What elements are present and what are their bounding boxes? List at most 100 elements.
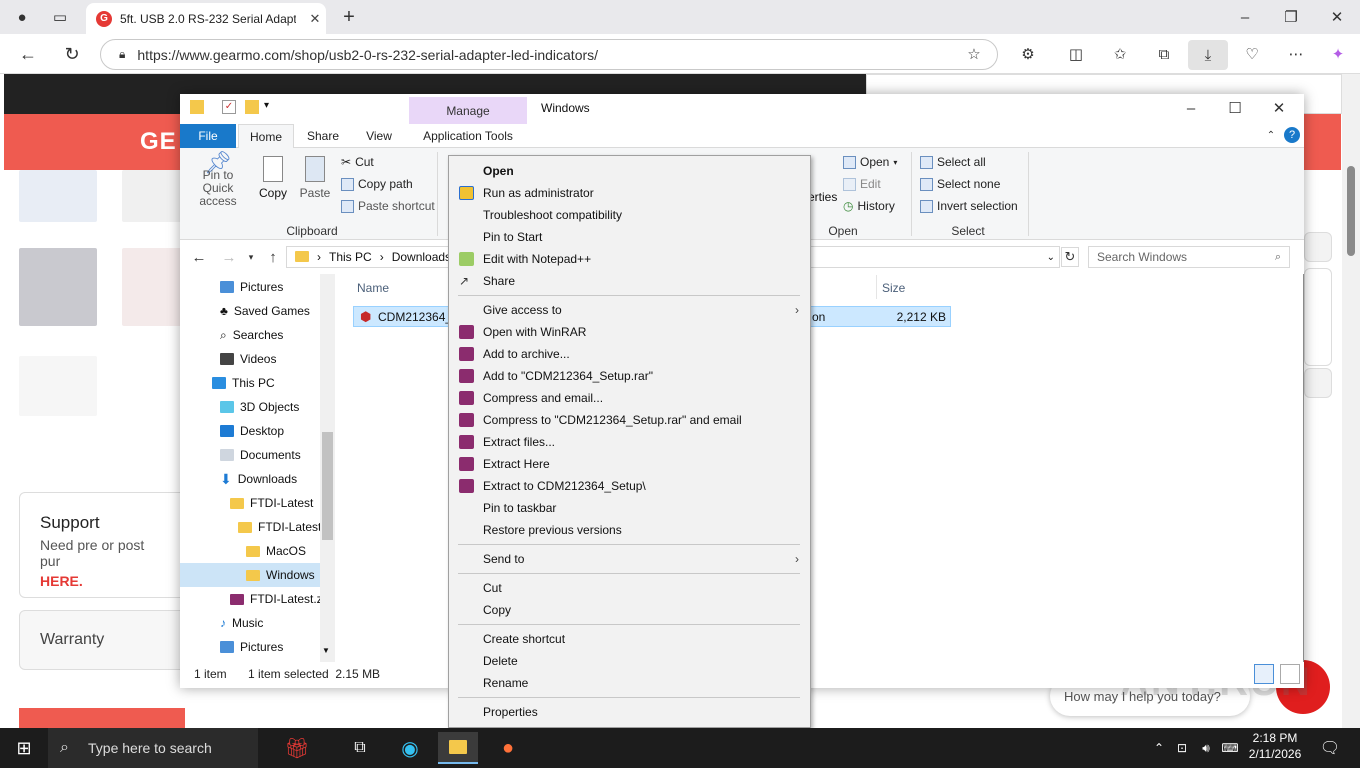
menu-item-edit-notepad[interactable]: Edit with Notepad++ [449,248,809,270]
page-scrollbar[interactable] [1342,74,1360,728]
tree-item-this-pc[interactable]: This PC [212,371,275,395]
menu-item-rename[interactable]: Rename [449,672,809,694]
navigation-scrollbar[interactable]: ▼ [320,274,335,662]
performance-icon[interactable]: ♡ [1240,43,1264,65]
scrollbar-thumb[interactable] [1347,166,1355,256]
help-icon[interactable]: ? [1284,127,1300,143]
tree-item-saved-games[interactable]: ♣ Saved Games [220,299,310,323]
collections-icon[interactable]: ⧉ [1152,43,1176,65]
tree-item-ftdi-latest[interactable]: FTDI-Latest [230,491,313,515]
menu-item-compress-email[interactable]: Compress and email... [449,387,809,409]
tree-item-downloads[interactable]: ⬇ Downloads [220,467,297,491]
path-this-pc[interactable]: This PC [329,250,372,264]
invert-selection-button[interactable]: Invert selection [920,199,1018,213]
folder-search-input[interactable]: Search Windows ⌕ [1088,246,1290,268]
path-dropdown-icon[interactable]: ⌄ [1047,252,1055,263]
copy-path-button[interactable]: Copy path [341,177,413,191]
menu-item-properties[interactable]: Properties [449,701,809,723]
refresh-folder-icon[interactable]: ↻ [1061,247,1079,267]
tree-item-videos[interactable]: Videos [220,347,276,371]
address-input[interactable]: 🔒︎ https://www.gearmo.com/shop/usb2-0-rs… [100,39,998,70]
manage-context-tab[interactable]: Manage [409,97,527,124]
edit-button[interactable]: Edit [843,177,881,191]
copilot-icon[interactable]: ✦ [1326,43,1350,65]
menu-item-open-winrar[interactable]: Open with WinRAR [449,321,809,343]
tab-application-tools[interactable]: Application Tools [409,124,527,148]
minimize-window-icon[interactable]: – [1178,98,1204,118]
history-button[interactable]: ◷ History [843,199,895,213]
copy-button[interactable]: Copy [256,156,290,200]
new-tab-icon[interactable]: + [338,6,360,28]
paste-button[interactable]: Paste [298,156,332,200]
close-window-icon[interactable]: ✕ [1266,98,1292,118]
menu-item-extract-to[interactable]: Extract to CDM212364_Setup\ [449,475,809,497]
menu-item-restore-versions[interactable]: Restore previous versions [449,519,809,541]
tree-item-documents[interactable]: Documents [220,443,301,467]
back-icon[interactable]: ← [16,43,40,65]
favorite-star-icon[interactable]: ☆ [962,43,986,65]
menu-item-pin-taskbar[interactable]: Pin to taskbar [449,497,809,519]
menu-item-give-access[interactable]: Give access to › [449,299,809,321]
maximize-window-icon[interactable]: ☐ [1222,98,1248,118]
tree-item-music[interactable]: ♪ Music [220,611,263,635]
file-explorer-taskbar-icon[interactable] [438,732,478,764]
tree-item-desktop[interactable]: Desktop [220,419,284,443]
properties-button-partial[interactable]: erties [808,190,837,204]
menu-item-compress-rar-email[interactable]: Compress to "CDM212364_Setup.rar" and em… [449,409,809,431]
tab-file[interactable]: File [180,124,236,148]
refresh-icon[interactable]: ↻ [60,43,84,65]
paste-shortcut-button[interactable]: Paste shortcut [341,199,435,213]
menu-item-cut[interactable]: Cut [449,577,809,599]
start-windows-icon[interactable]: ⊞ [4,732,44,764]
site-logo[interactable]: GE [140,128,177,156]
restore-browser-icon[interactable]: ❐ [1278,6,1304,28]
quick-access-dropdown-icon[interactable]: ▾ [264,100,269,111]
network-icon[interactable]: ⊡ [1172,732,1192,764]
pin-quick-access-button[interactable]: 📌︎ Pin to Quick access [186,152,250,208]
select-all-button[interactable]: Select all [920,155,986,169]
menu-item-pin-to-start[interactable]: Pin to Start [449,226,809,248]
browser-tab[interactable]: G 5ft. USB 2.0 RS-232 Serial Adapte ✕ [86,3,326,34]
tree-item-3d-objects[interactable]: 3D Objects [220,395,299,419]
tree-item-macos[interactable]: MacOS [246,539,306,563]
menu-item-add-to-rar[interactable]: Add to "CDM212364_Setup.rar" [449,365,809,387]
product-thumbnail[interactable] [19,248,97,326]
clock[interactable]: 2:18 PM 2/11/2026 [1244,730,1306,766]
minimize-browser-icon[interactable]: – [1232,6,1258,28]
scrollbar-thumb[interactable] [322,432,333,540]
menu-item-open[interactable]: Open [449,160,809,182]
menu-item-add-archive[interactable]: Add to archive... [449,343,809,365]
details-view-icon[interactable] [1254,664,1274,684]
taskbar-search[interactable]: ⌕ Type here to search [48,728,258,768]
up-folder-icon[interactable]: ↑ [264,248,282,266]
menu-item-extract-files[interactable]: Extract files... [449,431,809,453]
select-none-button[interactable]: Select none [920,177,1000,191]
path-downloads[interactable]: Downloads [392,250,451,264]
open-button[interactable]: Open ▾ [843,155,897,169]
favorites-icon[interactable]: ✩ [1108,43,1132,65]
gift-icon[interactable]: 🎁︎ [262,732,332,764]
site-red-button[interactable] [19,708,185,728]
tree-item-searches[interactable]: ⌕ Searches [220,323,283,347]
extensions-icon[interactable]: ⚙ [1016,43,1040,65]
show-hidden-icons-icon[interactable]: ⌃ [1150,732,1168,764]
tab-home[interactable]: Home [238,124,294,148]
notifications-icon[interactable]: 🗨︎ [1310,732,1350,764]
profile-icon[interactable]: ● [10,6,34,28]
close-browser-icon[interactable]: ✕ [1324,6,1350,28]
menu-item-run-as-admin[interactable]: Run as administrator [449,182,809,204]
volume-icon[interactable]: 🔊︎ [1196,732,1216,764]
new-folder-quick-icon[interactable] [245,100,259,114]
task-view-icon[interactable]: ⧉ [340,732,380,764]
menu-item-send-to[interactable]: Send to › [449,548,809,570]
product-thumbnail[interactable] [19,356,97,416]
tree-item-ftdi-zip[interactable]: FTDI-Latest.zi [230,587,325,611]
menu-item-create-shortcut[interactable]: Create shortcut [449,628,809,650]
menu-item-troubleshoot[interactable]: Troubleshoot compatibility [449,204,809,226]
tree-item-windows[interactable]: Windows [180,563,320,587]
column-header-name[interactable]: Name [357,281,389,295]
downloads-icon[interactable]: ⤓ [1188,40,1228,70]
column-header-size[interactable]: Size [882,281,905,295]
large-icons-view-icon[interactable] [1280,664,1300,684]
tree-item-pictures[interactable]: Pictures [220,275,283,299]
